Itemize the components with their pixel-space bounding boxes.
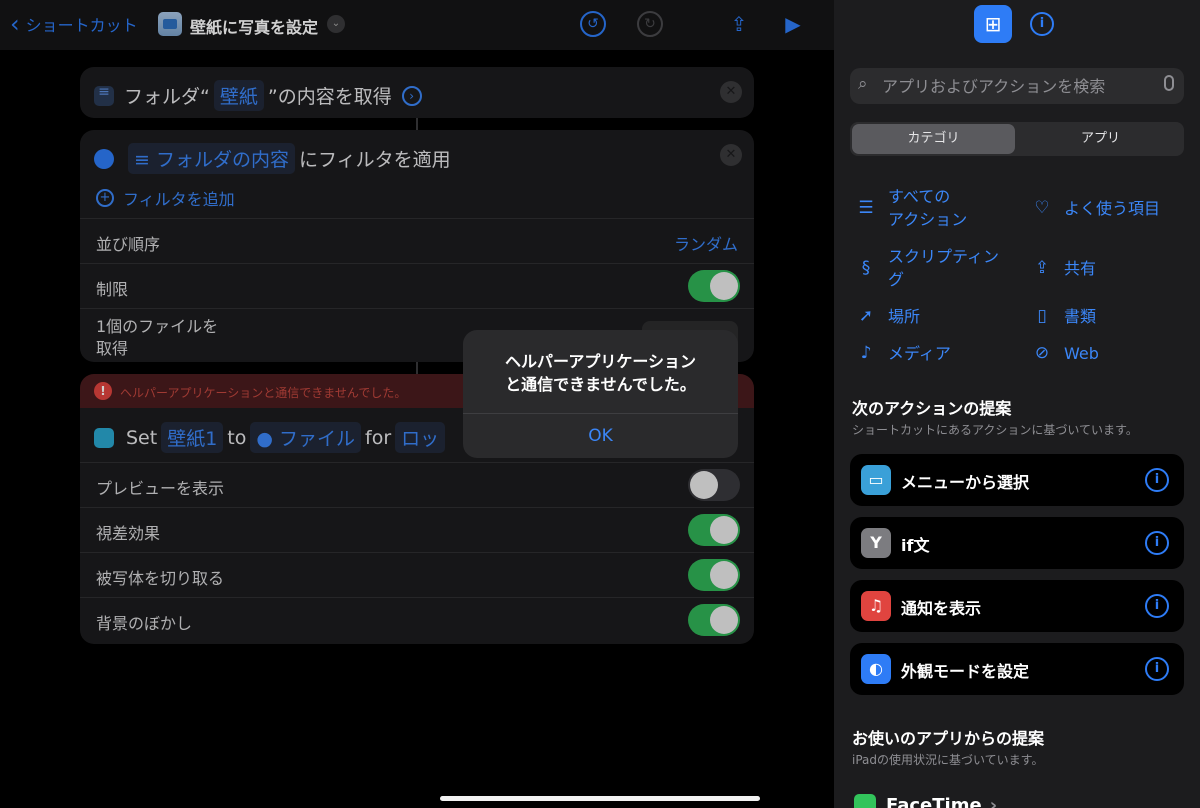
app-facetime[interactable]: FaceTime › bbox=[854, 794, 997, 808]
suggestion-label: 外観モードを設定 bbox=[901, 662, 1030, 681]
info-icon[interactable]: i bbox=[1145, 657, 1169, 681]
category-label-line2: アクション bbox=[888, 210, 968, 229]
alert-message-line1: ヘルパーアプリケーション bbox=[504, 352, 697, 371]
chevron-right-icon: › bbox=[989, 794, 998, 808]
menu-icon: ▭ bbox=[861, 465, 891, 495]
next-actions-subtitle: ショートカットにあるアクションに基づいています。 bbox=[852, 423, 1138, 437]
suggestion-item[interactable]: ♫ 通知を表示 i bbox=[850, 580, 1184, 632]
add-action-icon[interactable]: ⊞ bbox=[974, 5, 1012, 43]
category-label: 共有 bbox=[1064, 259, 1097, 278]
category-scripting[interactable]: § スクリプティング bbox=[854, 245, 999, 291]
category-label: よく使う項目 bbox=[1064, 199, 1161, 218]
suggestion-label: メニューから選択 bbox=[901, 473, 1030, 492]
category-media[interactable]: ♪ メディア bbox=[854, 342, 951, 365]
suggestion-item[interactable]: ▭ メニューから選択 i bbox=[850, 454, 1184, 506]
search-input[interactable] bbox=[882, 74, 1152, 98]
suggestion-label: if文 bbox=[901, 536, 930, 555]
info-icon[interactable]: i bbox=[1145, 531, 1169, 555]
music-note-icon: ♪ bbox=[860, 343, 872, 363]
search-icon: ⌕ bbox=[858, 74, 868, 94]
segmented-control: カテゴリ アプリ bbox=[850, 122, 1184, 156]
suggestion-item[interactable]: Y if文 i bbox=[850, 517, 1184, 569]
alert-message: ヘルパーアプリケーション と通信できませんでした。 bbox=[463, 350, 738, 396]
category-label: 書類 bbox=[1064, 307, 1097, 326]
library-toolbar: ⊞ i bbox=[834, 0, 1200, 50]
category-label-line2: グ bbox=[888, 270, 905, 289]
category-all-actions[interactable]: ☰ すべてのアクション bbox=[854, 185, 967, 231]
alert-ok-label: OK bbox=[588, 426, 613, 446]
category-share[interactable]: ⇪ 共有 bbox=[1030, 257, 1096, 280]
category-label: すべての アクション bbox=[888, 185, 967, 231]
category-favorites[interactable]: ♡ よく使う項目 bbox=[1030, 197, 1160, 220]
app-suggestions-title: お使いのアプリからの提案 bbox=[852, 729, 1045, 748]
category-label-line1: スクリプティン bbox=[888, 247, 1000, 266]
segment-categories[interactable]: カテゴリ bbox=[852, 124, 1015, 154]
category-location[interactable]: ➚ 場所 bbox=[854, 305, 920, 328]
info-icon[interactable]: i bbox=[1145, 468, 1169, 492]
info-icon[interactable]: i bbox=[1030, 12, 1054, 36]
facetime-icon bbox=[854, 794, 876, 808]
category-label: Web bbox=[1064, 344, 1099, 363]
category-label: スクリプティング bbox=[888, 245, 999, 291]
microphone-icon[interactable] bbox=[1164, 75, 1174, 91]
next-actions-title: 次のアクションの提案 bbox=[852, 399, 1012, 418]
app-label: FaceTime bbox=[886, 794, 982, 808]
category-label-line1: すべての bbox=[888, 187, 951, 206]
shortcut-editor: ‹ ショートカット 壁紙に写真を設定 ⌄ ↺ ↻ ⇪ ▶ フォルダ“ 壁紙 ”の… bbox=[0, 0, 834, 808]
heart-icon: ♡ bbox=[1034, 198, 1050, 218]
category-label: 場所 bbox=[888, 307, 921, 326]
bell-icon: ♫ bbox=[861, 591, 891, 621]
alert-ok-button[interactable]: OK bbox=[463, 413, 738, 458]
appearance-icon: ◐ bbox=[861, 654, 891, 684]
suggestion-label: 通知を表示 bbox=[901, 599, 982, 618]
category-documents[interactable]: ▯ 書類 bbox=[1030, 305, 1096, 328]
category-web[interactable]: ⊘ Web bbox=[1030, 342, 1099, 365]
action-library: ⊞ i ⌕ カテゴリ アプリ ☰ すべてのアクション ♡ よく使う項目 § スク… bbox=[834, 0, 1200, 808]
document-icon: ▯ bbox=[1037, 306, 1047, 326]
search-bar[interactable]: ⌕ bbox=[850, 68, 1184, 104]
category-label: メディア bbox=[888, 344, 951, 363]
home-indicator[interactable] bbox=[440, 796, 760, 801]
error-alert: ヘルパーアプリケーション と通信できませんでした。 OK bbox=[463, 330, 738, 458]
share-icon: ⇪ bbox=[1034, 258, 1050, 278]
segment-apps[interactable]: アプリ bbox=[1019, 124, 1182, 154]
alert-message-line2: と通信できませんでした。 bbox=[505, 375, 696, 394]
list-icon: ☰ bbox=[858, 198, 874, 218]
suggestion-item[interactable]: ◐ 外観モードを設定 i bbox=[850, 643, 1184, 695]
info-icon[interactable]: i bbox=[1145, 594, 1169, 618]
location-arrow-icon: ➚ bbox=[858, 306, 874, 326]
app-suggestions-subtitle: iPadの使用状況に基づいています。 bbox=[852, 753, 1044, 767]
compass-icon: ⊘ bbox=[1034, 343, 1050, 363]
branch-icon: Y bbox=[861, 528, 891, 558]
scripting-icon: § bbox=[861, 258, 871, 278]
